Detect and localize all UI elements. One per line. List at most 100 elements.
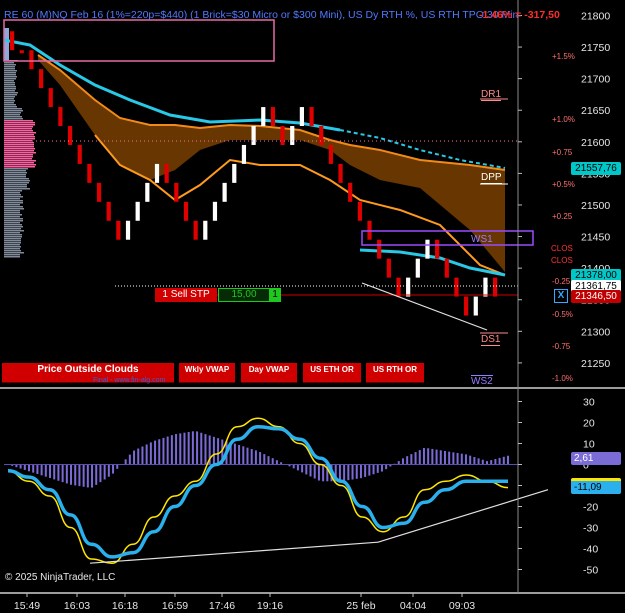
down-brick: [280, 126, 284, 145]
volume-profile-bar: [4, 216, 20, 218]
volume-profile-bar: [4, 154, 33, 156]
us-eth-or-button[interactable]: US ETH OR: [303, 363, 361, 383]
down-brick: [39, 69, 43, 88]
down-brick: [271, 107, 275, 126]
volume-profile-bar: [4, 100, 13, 102]
up-brick: [126, 221, 130, 240]
volume-profile-bar: [4, 118, 23, 120]
day-vwap-button[interactable]: Day VWAP: [241, 363, 297, 383]
volume-profile-bar: [4, 112, 21, 114]
pct-label: +0.5%: [552, 180, 575, 189]
down-brick: [319, 126, 323, 145]
down-brick: [49, 88, 53, 107]
down-brick: [165, 164, 169, 183]
volume-profile-bar: [4, 218, 23, 220]
up-brick: [155, 164, 159, 183]
volume-profile-bar: [4, 146, 34, 148]
volume-profile-bar: [4, 238, 21, 240]
histogram-value-badge: 2,61: [571, 452, 621, 465]
time-tick-label: 19:16: [257, 600, 283, 612]
ws1-label: WS1: [471, 234, 493, 245]
osc-tick-label: -20: [583, 502, 598, 514]
volume-profile-bar: [4, 138, 35, 140]
volume-profile-bar: [4, 254, 20, 256]
volume-profile-bar: [4, 172, 27, 174]
pct-label: -0.5%: [552, 310, 573, 319]
volume-profile-bar: [4, 104, 15, 106]
down-brick: [10, 31, 14, 50]
volume-profile-bar: [4, 136, 35, 138]
order-target-button[interactable]: 1: [269, 288, 281, 302]
volume-profile-bar: [4, 130, 33, 132]
volume-profile-bar: [4, 84, 15, 86]
pct-label: +0.25: [552, 212, 572, 221]
down-brick: [58, 107, 62, 126]
volume-profile-bar: [4, 78, 16, 80]
up-brick: [252, 126, 256, 145]
cyan-price-badge: 21557,76: [571, 162, 621, 175]
trading-chart[interactable]: 2125021300213502140021450215002155021600…: [0, 0, 625, 613]
down-brick: [184, 202, 188, 221]
close-label-2: CLOS: [551, 256, 573, 265]
up-brick: [425, 240, 429, 259]
up-brick: [416, 259, 420, 278]
volume-profile-bar: [4, 248, 20, 250]
time-tick-label: 16:59: [162, 600, 188, 612]
price-tick-label: 21700: [581, 74, 610, 86]
volume-profile-bar: [4, 182, 29, 184]
down-brick: [464, 297, 468, 316]
down-brick: [78, 145, 82, 164]
wkly-vwap-button[interactable]: Wkly VWAP: [179, 363, 235, 383]
volume-profile-bar: [4, 202, 23, 204]
volume-profile-bar: [4, 110, 23, 112]
time-tick-label: 16:18: [112, 600, 138, 612]
up-brick: [406, 278, 410, 297]
down-brick: [97, 183, 101, 202]
down-brick: [174, 183, 178, 202]
down-brick: [387, 259, 391, 278]
volume-profile-bar: [4, 164, 36, 166]
volume-profile-bar: [4, 188, 30, 190]
volume-profile-bar: [4, 98, 14, 100]
volume-profile-bar: [4, 142, 34, 144]
time-tick-label: 09:03: [449, 600, 475, 612]
time-tick-label: 16:03: [64, 600, 90, 612]
volume-profile-bar: [4, 88, 16, 90]
price-tick-label: 21250: [581, 358, 610, 370]
pct-label: +0.75: [552, 148, 572, 157]
sell-stop-order-label[interactable]: 1 Sell STP: [155, 288, 217, 302]
volume-profile-bar: [4, 132, 36, 134]
us-rth-or-button[interactable]: US RTH OR: [366, 363, 424, 383]
volume-profile-bar: [4, 128, 32, 130]
up-brick: [232, 164, 236, 183]
osc-tick-label: -30: [583, 523, 598, 535]
volume-profile-bar: [4, 232, 20, 234]
down-brick: [435, 240, 439, 259]
price-tick-label: 21450: [581, 232, 610, 244]
volume-profile-bar: [4, 72, 16, 74]
cancel-order-button[interactable]: X: [554, 289, 568, 303]
down-brick: [338, 164, 342, 183]
down-brick: [493, 278, 497, 297]
volume-profile-bar: [4, 122, 35, 124]
volume-profile-bar: [4, 134, 34, 136]
volume-profile-bar: [4, 64, 16, 66]
ws2-label: WS2: [471, 375, 493, 387]
volume-profile-bar: [4, 90, 15, 92]
volume-profile-bar: [4, 62, 14, 64]
chart-title: RE 60 (M)NQ Feb 16 (1%=220p=$440) (1 Bri…: [4, 9, 518, 21]
price-tick-label: 21600: [581, 137, 610, 149]
pct-label: -0.25: [552, 277, 570, 286]
down-brick: [68, 126, 72, 145]
dpp-label: DPP: [481, 172, 502, 184]
volume-profile-bar: [4, 226, 23, 228]
volume-profile-bar: [4, 148, 35, 150]
volume-profile-bar: [4, 214, 22, 216]
up-brick: [145, 183, 149, 202]
volume-profile-bar: [4, 196, 23, 198]
order-quantity-field[interactable]: 15,00: [218, 288, 270, 302]
osc-tick-label: 10: [583, 439, 595, 451]
up-brick: [223, 183, 227, 202]
volume-profile-bar: [4, 120, 33, 122]
down-brick: [377, 240, 381, 259]
